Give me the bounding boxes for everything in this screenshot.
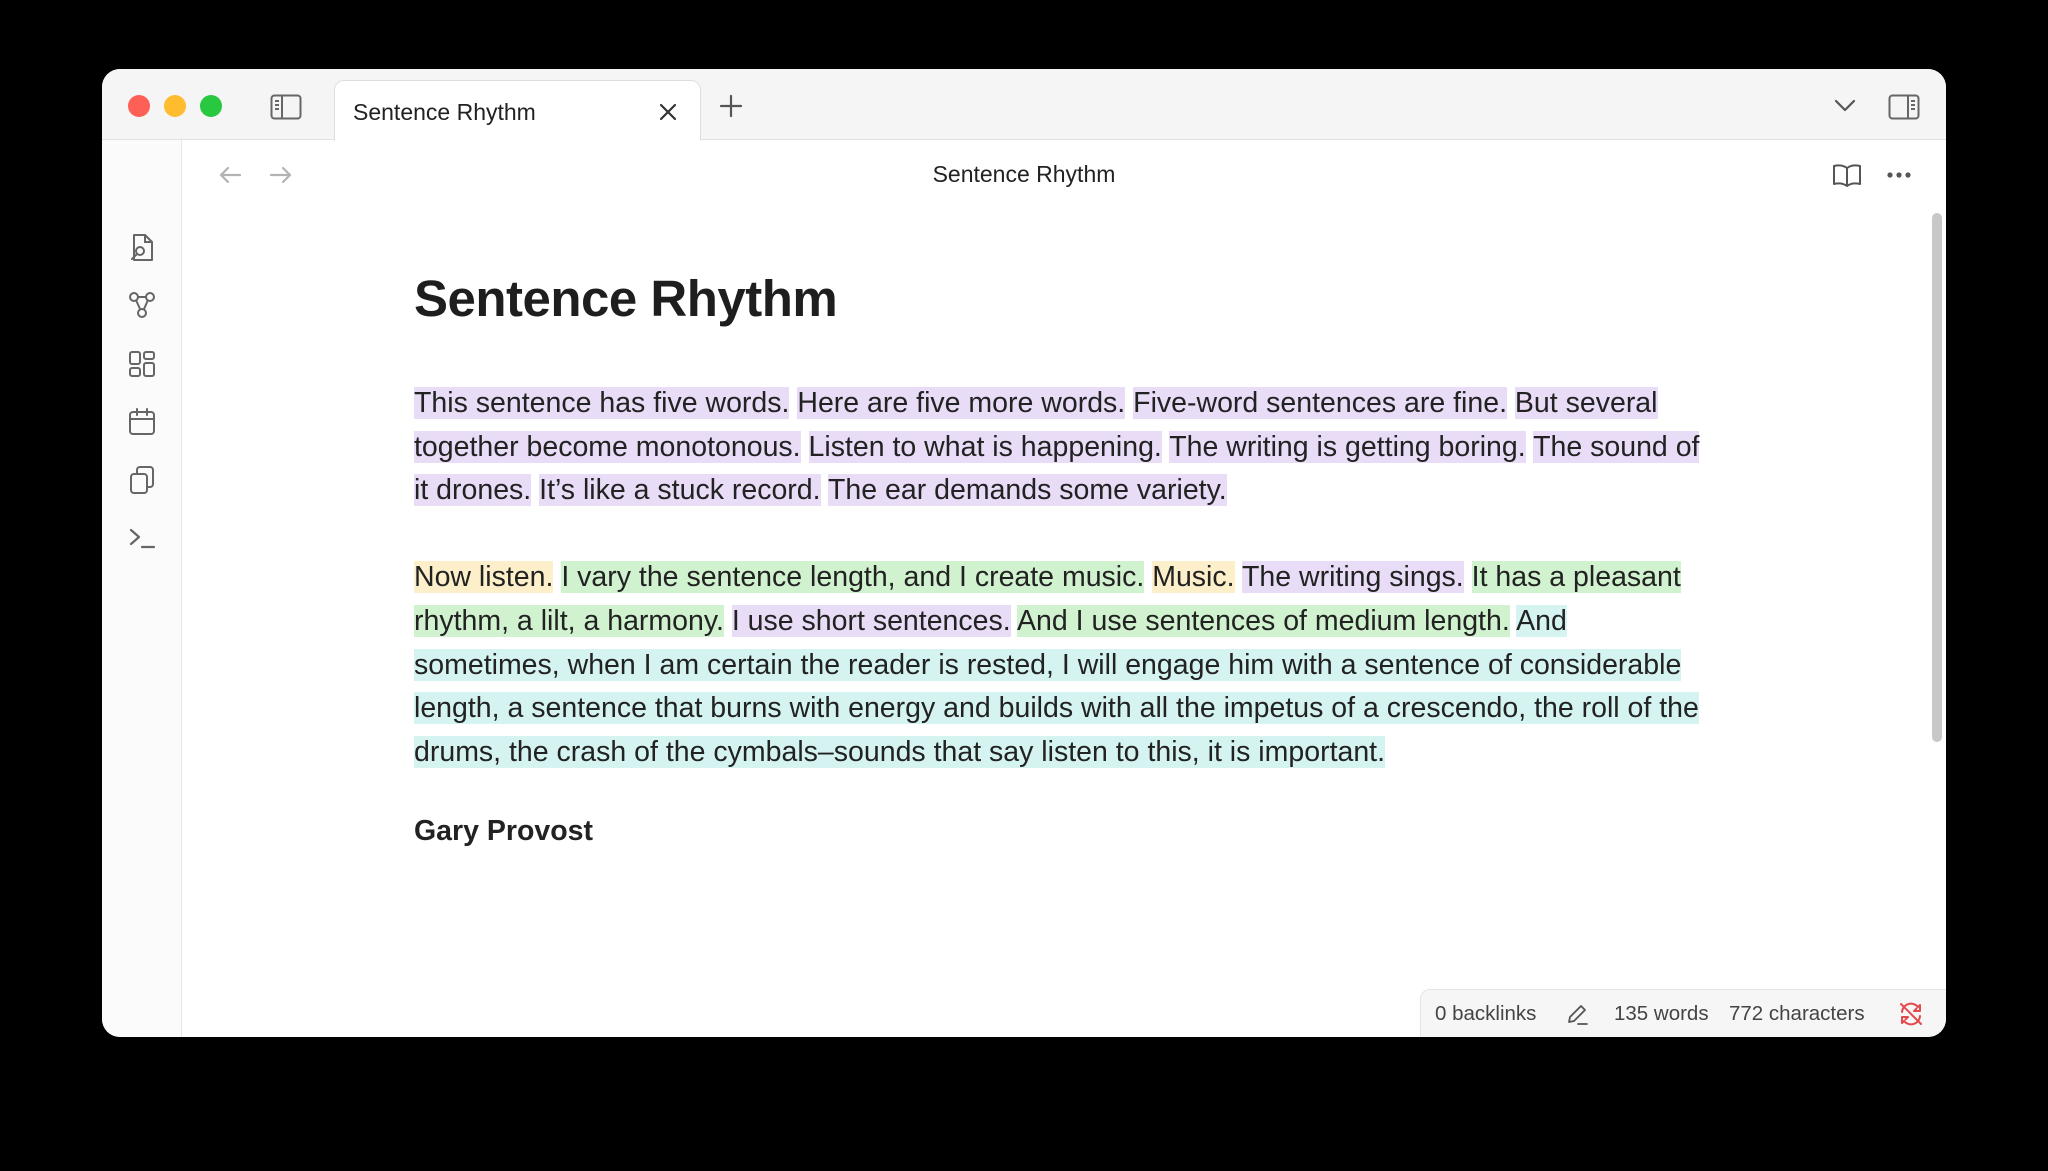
new-tab-icon[interactable] <box>714 89 748 123</box>
right-sidebar-toggle-icon[interactable] <box>1886 89 1922 125</box>
close-window-button[interactable] <box>128 95 150 117</box>
copy-icon[interactable] <box>122 460 162 500</box>
title-bar: Sentence Rhythm <box>102 69 1946 141</box>
character-count: 772 characters <box>1729 1002 1865 1025</box>
graph-view-icon[interactable] <box>122 285 162 325</box>
highlighted-sentence: Listen to what is happening. <box>808 430 1162 463</box>
highlighted-sentence: This sentence has five words. <box>414 387 790 419</box>
sync-error-icon[interactable] <box>1896 999 1926 1029</box>
app-window: Sentence Rhythm Sentence Rhythm Sentence… <box>102 69 1946 1037</box>
highlighted-sentence: And I use sentences of medium length. <box>1017 604 1510 637</box>
tab-sentence-rhythm[interactable]: Sentence Rhythm <box>334 80 701 141</box>
highlighted-sentence: It’s like a stuck record. <box>539 474 821 507</box>
calendar-icon[interactable] <box>122 402 162 442</box>
canvas-icon[interactable] <box>122 344 162 384</box>
note-content: Sentence Rhythm This sentence has five w… <box>414 269 1714 848</box>
backlinks-count[interactable]: 0 backlinks <box>1435 1002 1536 1026</box>
tab-list-chevron-down-icon[interactable] <box>1828 89 1862 123</box>
word-count: 135 words <box>1614 1002 1709 1025</box>
minimize-window-button[interactable] <box>164 95 186 117</box>
sidebar-toggle-icon[interactable] <box>268 89 304 125</box>
paragraph-varied-lengths: Now listen. I vary the sentence length, … <box>414 556 1714 775</box>
more-options-icon[interactable] <box>1881 157 1917 193</box>
highlighted-sentence: The writing sings. <box>1241 561 1464 594</box>
highlighted-sentence: Five-word sentences are fine. <box>1133 387 1507 419</box>
tab-title: Sentence Rhythm <box>353 99 536 125</box>
highlighted-sentence: I vary the sentence length, and I create… <box>561 561 1145 594</box>
highlighted-sentence: The ear demands some variety. <box>827 474 1227 507</box>
highlighted-sentence: Music. <box>1152 561 1235 594</box>
highlighted-sentence: The writing is getting boring. <box>1169 430 1526 463</box>
file-search-icon[interactable] <box>122 228 162 268</box>
tab-close-icon[interactable] <box>653 97 683 127</box>
scrollbar-thumb[interactable] <box>1932 213 1942 742</box>
zoom-window-button[interactable] <box>200 95 222 117</box>
reading-view-book-icon[interactable] <box>1829 157 1865 193</box>
highlighted-sentence: Now listen. <box>414 561 554 594</box>
left-ribbon <box>102 140 182 1037</box>
pencil-edit-icon[interactable] <box>1563 1000 1591 1028</box>
terminal-icon[interactable] <box>122 518 162 558</box>
status-bar: 0 backlinks 135 words 772 characters <box>1420 989 1946 1037</box>
highlighted-sentence: I use short sentences. <box>731 604 1011 637</box>
note-title: Sentence Rhythm <box>414 270 838 327</box>
highlighted-sentence: Here are five more words. <box>797 387 1126 419</box>
view-header-title[interactable]: Sentence Rhythm <box>102 161 1946 188</box>
author-name: Gary Provost <box>414 814 593 847</box>
paragraph-five-words: This sentence has five words. Here are f… <box>414 382 1714 513</box>
